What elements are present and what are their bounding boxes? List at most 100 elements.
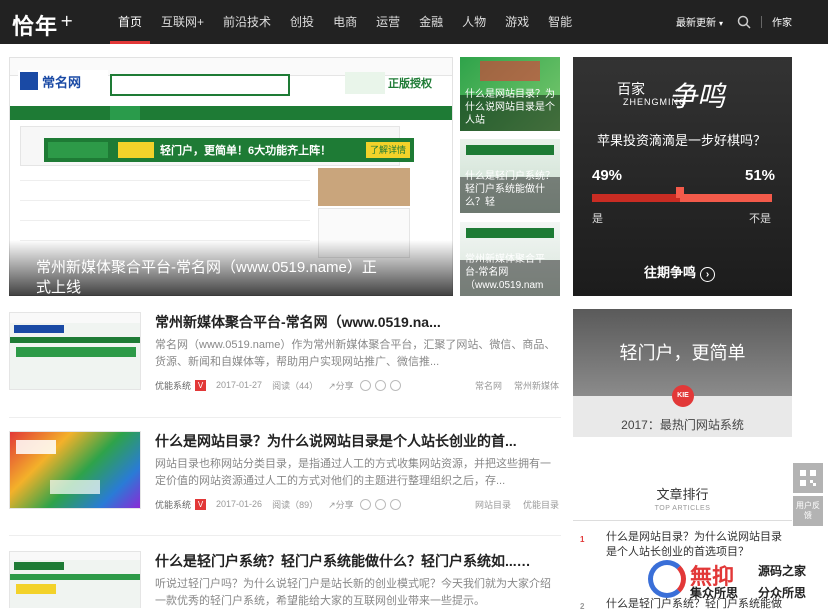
- article-item[interactable]: 什么是轻门户系统？轻门户系统能做什么？轻门户系统如...首发独家 听说过轻门户吗…: [9, 551, 561, 608]
- poll-bar-yes: [592, 194, 681, 202]
- qr-code-button[interactable]: [793, 463, 823, 493]
- ranking-number: 1: [580, 535, 585, 544]
- article-date: 2017-01-27: [216, 380, 263, 390]
- hero-caption[interactable]: 常州新媒体聚合平台-常名网（www.0519.name）正式上线: [36, 258, 386, 296]
- article-divider: [9, 535, 561, 536]
- portal-banner-title: 轻门户，更简单: [619, 343, 746, 363]
- verified-badge-icon: V: [195, 379, 207, 391]
- top-nav-bar: 恰年 + 首页 互联网+ 前沿技术 创投 电商 运营 金融 人物 游戏 智能 最新…: [0, 0, 828, 44]
- main-nav: 首页 互联网+ 前沿技术 创投 电商 运营 金融 人物 游戏 智能: [110, 0, 583, 44]
- nav-item-home[interactable]: 首页: [110, 0, 151, 44]
- article-item[interactable]: 什么是网站目录？为什么说网站目录是个人站长创业的首... 网站目录也称网站分类目…: [9, 431, 561, 517]
- chevron-down-icon: ▾: [719, 19, 724, 28]
- source-watermark: 無抑 源码之家 集众所思 分众所思: [638, 556, 826, 606]
- poll-yes-button[interactable]: 是: [592, 210, 603, 226]
- article-author[interactable]: 优能系统: [155, 498, 191, 511]
- article-reads: 阅读（44）: [272, 380, 319, 391]
- article-thumbnail[interactable]: [9, 551, 141, 608]
- article-summary: 听说过轻门户吗？为什么说轻门户是站长新的创业模式呢？今天我们就为大家介绍一款优秀…: [155, 578, 551, 607]
- nav-item-operations[interactable]: 运营: [368, 0, 408, 44]
- share-button[interactable]: ↗分享: [328, 379, 354, 392]
- article-author[interactable]: 优能系统: [155, 379, 191, 392]
- nav-item-games[interactable]: 游戏: [497, 0, 537, 44]
- article-title[interactable]: 什么是轻门户系统？轻门户系统能做什么？轻门户系统如...首发独家: [155, 551, 555, 571]
- author-link[interactable]: 作家: [772, 14, 792, 29]
- newest-updates-button[interactable]: 最新更新 ▾: [676, 14, 723, 29]
- watermark-text: 分众所思: [758, 586, 807, 600]
- hero-carousel[interactable]: 常名网 正版授权 轻门户，更简单！6大功能齐上阵！ 了解详情 常州新媒体聚合平台…: [9, 57, 453, 296]
- featured-thumb-caption: 常州新媒体聚合平台-常名网（www.0519.nam: [465, 254, 545, 291]
- poll-yes-percent: 49%: [592, 167, 623, 184]
- poll-marker: [676, 187, 685, 198]
- keyword-link[interactable]: 常州新媒体: [514, 379, 559, 392]
- article-divider: [9, 417, 561, 418]
- article-keywords: 常名网 常州新媒体: [475, 379, 559, 392]
- poll-no-button[interactable]: 不是: [749, 210, 771, 226]
- nav-item-venture[interactable]: 创投: [282, 0, 322, 44]
- hero-promo-text: 轻门户，更简单！6大功能齐上阵！: [160, 145, 332, 157]
- keyword-link[interactable]: 网站目录: [475, 498, 511, 511]
- nav-item-ecommerce[interactable]: 电商: [325, 0, 365, 44]
- wechat-icon[interactable]: [389, 379, 401, 391]
- arrow-right-icon: ›: [700, 267, 716, 282]
- poll-no-percent: 51%: [745, 167, 776, 184]
- article-thumbnail[interactable]: [9, 431, 141, 509]
- nav-item-internet-plus[interactable]: 互联网+: [153, 0, 212, 44]
- weibo-icon[interactable]: [359, 498, 371, 510]
- qzone-icon[interactable]: [374, 498, 386, 510]
- article-meta: 优能系统 V 2017-01-26 阅读（89） ↗分享 网站目录 优能目录: [155, 497, 559, 511]
- ranking-divider: [573, 520, 792, 521]
- portal-badge: KIE: [672, 385, 694, 407]
- wechat-icon[interactable]: [389, 498, 401, 510]
- verified-badge-icon: V: [195, 498, 207, 510]
- ranking-title: 文章排行: [656, 487, 709, 502]
- debate-card[interactable]: 百家 ZHENGMING 争鸣 苹果投资滴滴是一步好棋吗？ 49% 51% 是 …: [573, 57, 792, 296]
- weibo-icon[interactable]: [359, 379, 371, 391]
- article-date: 2017-01-26: [216, 499, 263, 509]
- article-title[interactable]: 常州新媒体聚合平台-常名网（www.0519.na...: [155, 312, 555, 332]
- article-keywords: 网站目录 优能目录: [475, 498, 559, 511]
- nav-item-people[interactable]: 人物: [454, 0, 494, 44]
- hero-brand-text: 常名网: [42, 75, 82, 90]
- portal-banner[interactable]: 轻门户，更简单 KIE 2017：最热门网站系统: [573, 309, 792, 437]
- past-debates-link[interactable]: 往期争鸣 ›: [644, 262, 716, 282]
- nav-item-smart[interactable]: 智能: [540, 0, 580, 44]
- hero-promo-button: 了解详情: [366, 142, 410, 158]
- featured-thumb-caption: 什么是轻门户系统？轻门户系统能做什么？轻: [465, 171, 555, 208]
- qr-code-icon: [800, 470, 816, 486]
- debate-brand-logo: 争鸣: [669, 80, 726, 113]
- nav-item-finance[interactable]: 金融: [411, 0, 451, 44]
- nav-divider: [761, 16, 762, 28]
- article-title[interactable]: 什么是网站目录？为什么说网站目录是个人站长创业的首...: [155, 431, 555, 451]
- site-logo[interactable]: 恰年 +: [12, 9, 74, 41]
- ranking-subtitle: TOP ARTICLES: [654, 505, 711, 512]
- watermark-text: 源码之家: [758, 564, 807, 578]
- portal-banner-subtitle: 2017：最热门网站系统: [621, 418, 744, 432]
- debate-brand-cn: 百家: [617, 81, 645, 97]
- featured-thumb-1[interactable]: 什么是网站目录？为什么说网站目录是个人站: [460, 57, 560, 131]
- featured-thumb-caption: 什么是网站目录？为什么说网站目录是个人站: [465, 89, 555, 126]
- ranking-number: 2: [580, 602, 585, 611]
- keyword-link[interactable]: 优能目录: [523, 498, 559, 511]
- featured-thumb-3[interactable]: 常州新媒体聚合平台-常名网（www.0519.nam: [460, 222, 560, 296]
- share-button[interactable]: ↗分享: [328, 498, 354, 511]
- debate-question[interactable]: 苹果投资滴滴是一步好棋吗？: [597, 130, 766, 149]
- article-thumbnail[interactable]: [9, 312, 141, 390]
- poll-bar: [592, 187, 772, 202]
- article-meta: 优能系统 V 2017-01-27 阅读（44） ↗分享 常名网 常州新媒体: [155, 378, 559, 392]
- article-summary: 常名网（www.0519.name）作为常州新媒体聚合平台，汇聚了网站、微信、商…: [155, 339, 556, 368]
- ranking-header: 文章排行 TOP ARTICLES: [573, 484, 792, 512]
- article-summary: 网站目录也称网站分类目录，是指通过人工的方式收集网站资源，并把这些拥有一定价值的…: [155, 458, 551, 487]
- article-item[interactable]: 常州新媒体聚合平台-常名网（www.0519.na... 常名网（www.051…: [9, 312, 561, 398]
- hero-site-tag: 正版授权: [388, 78, 432, 90]
- qzone-icon[interactable]: [374, 379, 386, 391]
- search-icon[interactable]: [737, 15, 751, 29]
- nav-item-frontier-tech[interactable]: 前沿技术: [215, 0, 279, 44]
- article-reads: 阅读（89）: [272, 499, 319, 510]
- keyword-link[interactable]: 常名网: [475, 379, 502, 392]
- user-feedback-button[interactable]: 用户反馈: [793, 496, 823, 526]
- featured-thumb-2[interactable]: 什么是轻门户系统？轻门户系统能做什么？轻: [460, 139, 560, 213]
- watermark-text: 集众所思: [690, 586, 739, 600]
- tag-exclusive: 独家: [550, 556, 555, 571]
- watermark-logo-icon: [648, 560, 686, 598]
